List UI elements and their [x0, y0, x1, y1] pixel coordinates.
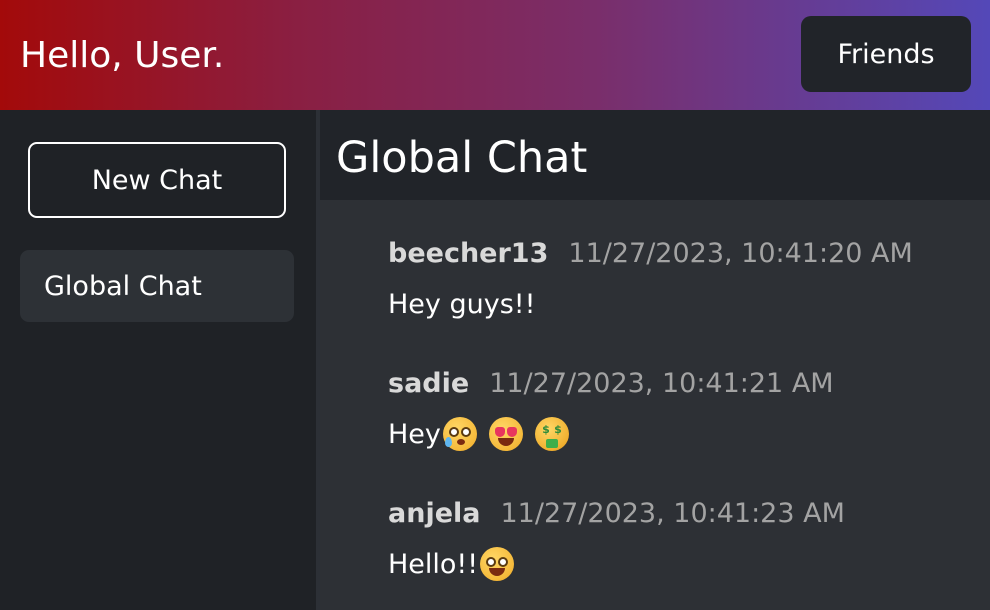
message-timestamp: 11/27/2023, 10:41:23 AM	[500, 498, 845, 529]
message-text: Hey $ $	[388, 416, 978, 452]
message-body-text: Hey guys!!	[388, 288, 536, 320]
sidebar: New Chat Global Chat	[0, 110, 316, 610]
sidebar-item-global-chat[interactable]: Global Chat	[20, 250, 294, 322]
message-timestamp: 11/27/2023, 10:41:20 AM	[568, 238, 913, 269]
message-text: Hello!!	[388, 546, 978, 582]
top-header: Hello, User. Friends	[0, 0, 990, 110]
chat-title: Global Chat	[336, 133, 588, 183]
new-chat-button[interactable]: New Chat	[28, 142, 286, 218]
message-item: anjela 11/27/2023, 10:41:23 AM Hello!!	[388, 498, 978, 582]
message-item: beecher13 11/27/2023, 10:41:20 AM Hey gu…	[388, 238, 978, 322]
greeting-text: Hello, User.	[20, 35, 225, 76]
friends-button[interactable]: Friends	[801, 16, 971, 92]
heart-eyes-face-icon	[488, 417, 523, 451]
message-header: beecher13 11/27/2023, 10:41:20 AM	[388, 238, 978, 274]
grinning-face-icon	[480, 547, 515, 581]
message-header: sadie 11/27/2023, 10:41:21 AM	[388, 368, 978, 404]
message-item: sadie 11/27/2023, 10:41:21 AM Hey $ $	[388, 368, 978, 452]
message-text: Hey guys!!	[388, 286, 978, 322]
message-author: sadie	[388, 368, 470, 399]
woozy-face-icon	[442, 417, 477, 451]
message-header: anjela 11/27/2023, 10:41:23 AM	[388, 498, 978, 534]
chat-title-bar: Global Chat	[320, 110, 990, 200]
money-mouth-face-icon: $ $	[534, 417, 569, 451]
message-author: beecher13	[388, 238, 549, 269]
message-timestamp: 11/27/2023, 10:41:21 AM	[489, 368, 834, 399]
message-author: anjela	[388, 498, 481, 529]
message-list: beecher13 11/27/2023, 10:41:20 AM Hey gu…	[320, 200, 990, 610]
message-body-text: Hello!!	[388, 548, 479, 580]
message-body-text: Hey	[388, 418, 441, 450]
